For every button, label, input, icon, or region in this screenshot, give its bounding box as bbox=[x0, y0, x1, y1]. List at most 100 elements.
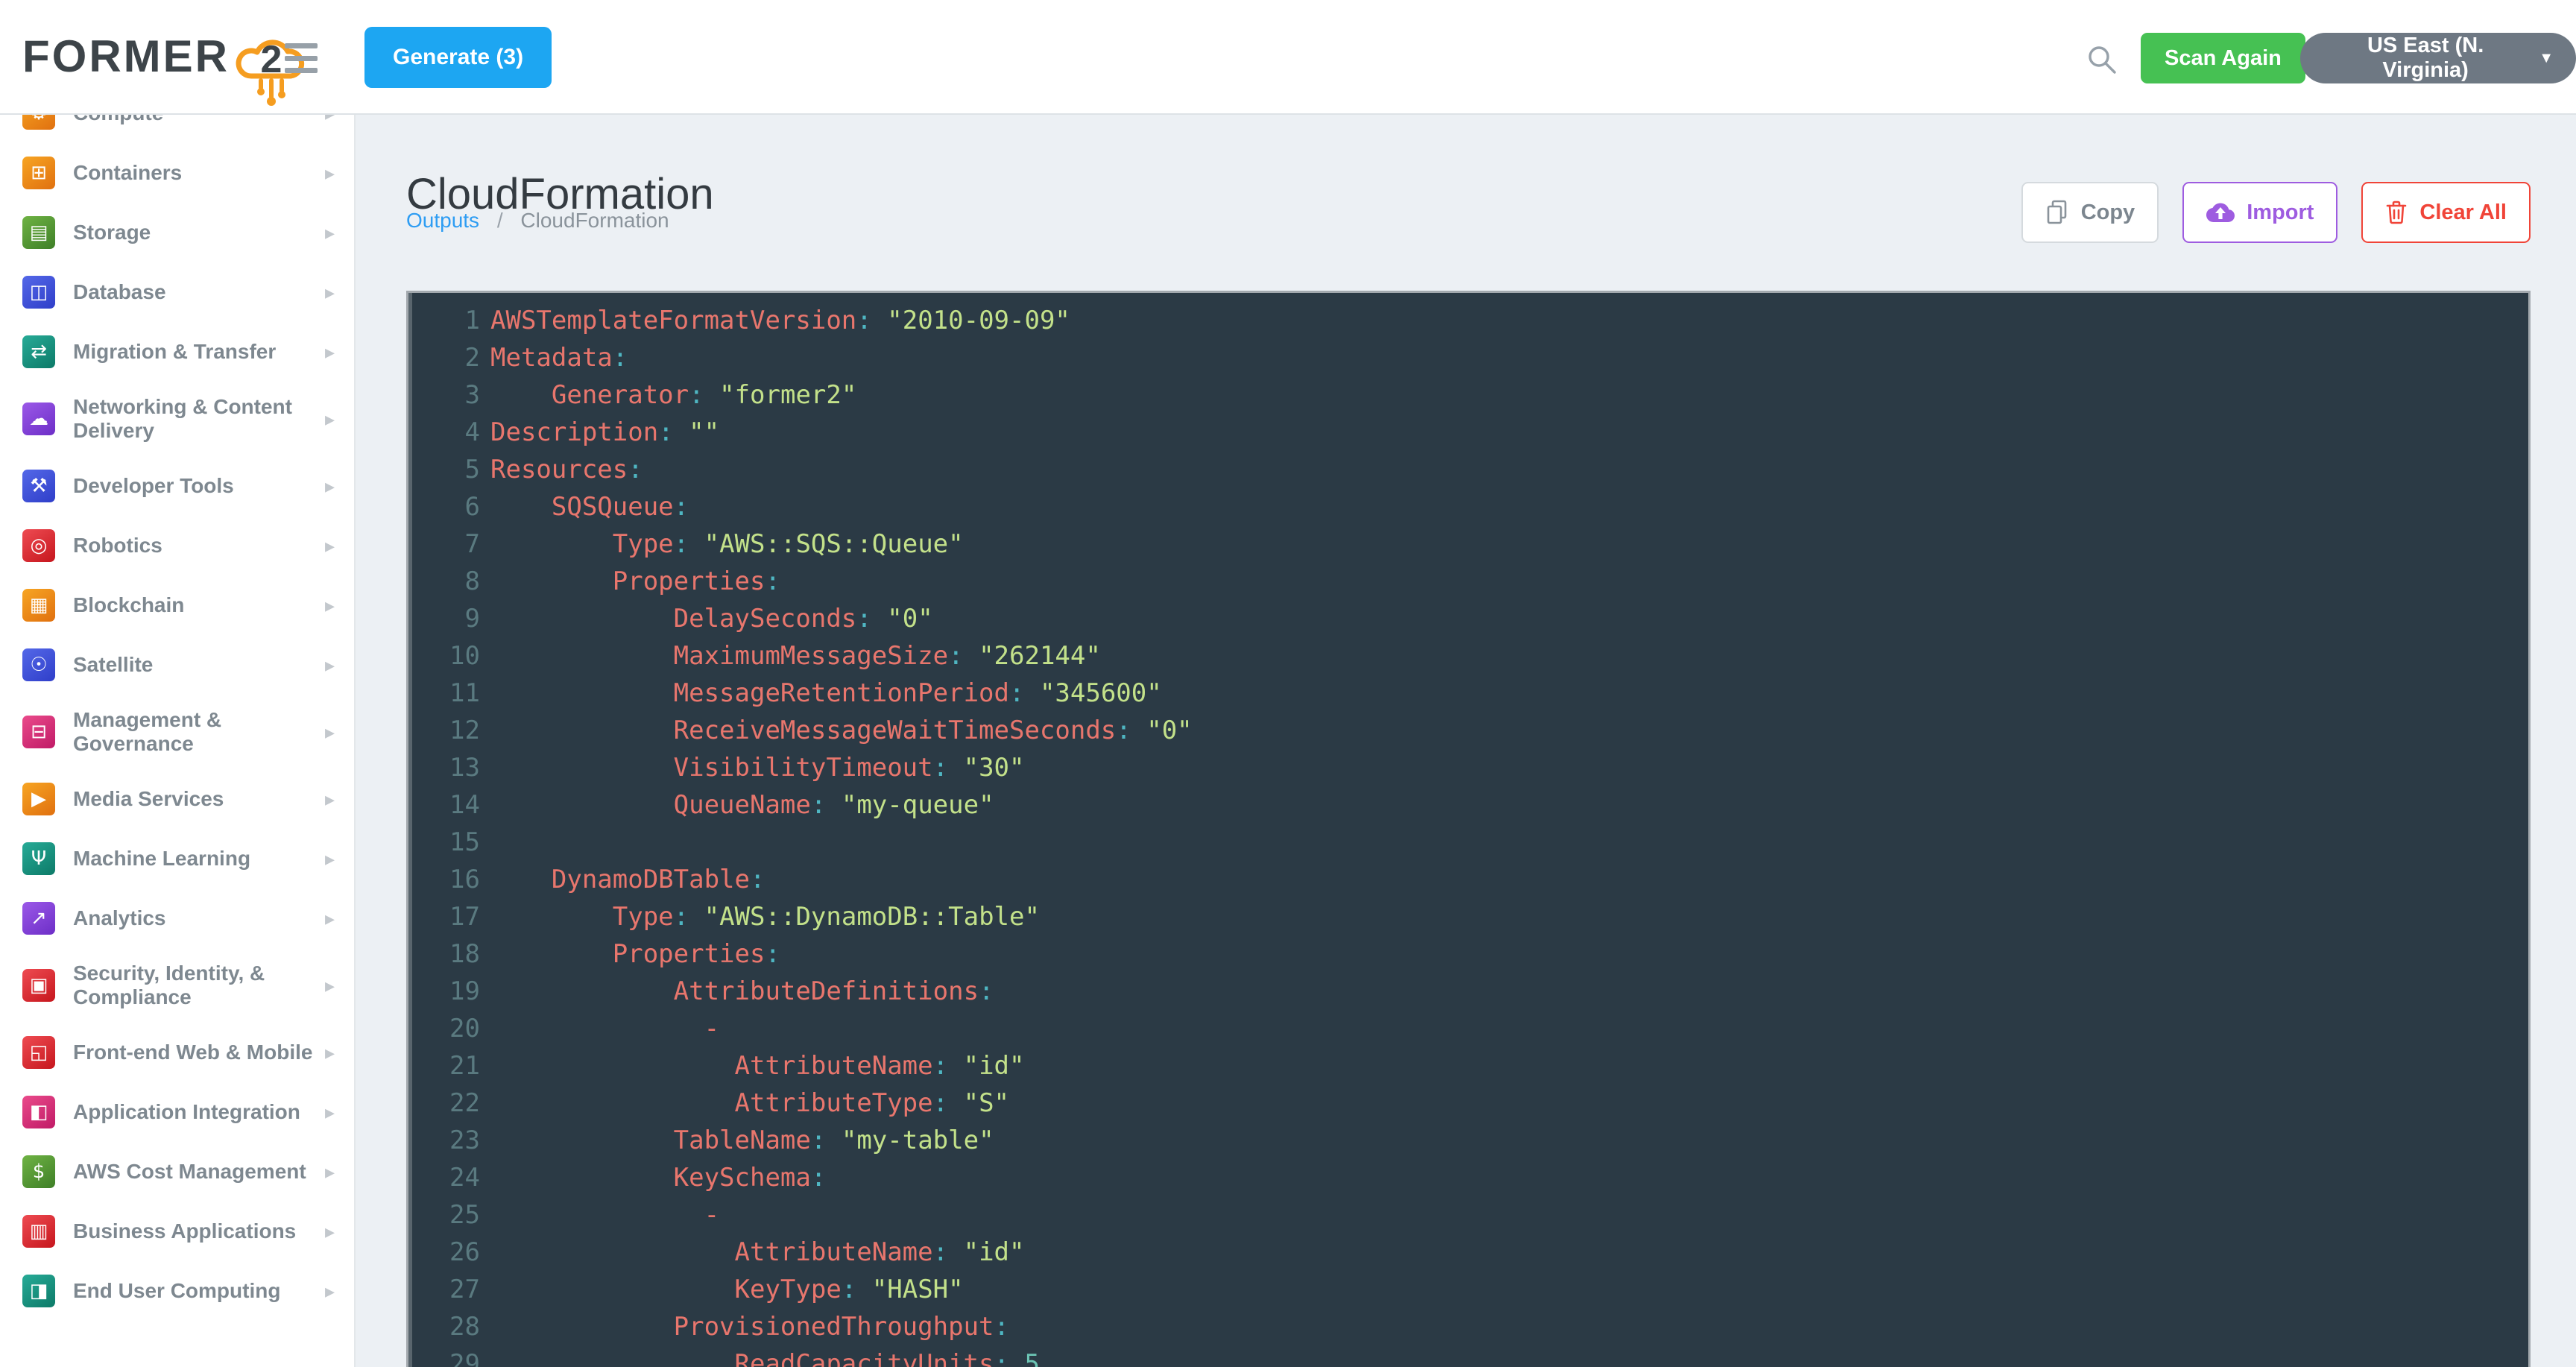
networking-icon: ☁ bbox=[22, 402, 55, 435]
line-number: 19 bbox=[408, 973, 480, 1010]
chevron-right-icon: ▸ bbox=[325, 221, 335, 244]
sidebar-item-label: Networking & Content Delivery bbox=[73, 395, 319, 443]
former2-app: ⚙Compute▸⊞Containers▸▤Storage▸ ◫ Database ▸… bbox=[0, 0, 2576, 1367]
code-editor[interactable]: 1AWSTemplateFormatVersion: "2010-09-09"2… bbox=[406, 291, 2531, 1367]
sidebar-item-developer-tools[interactable]: ⚒Developer Tools▸ bbox=[0, 456, 354, 516]
line-number: 25 bbox=[408, 1196, 480, 1234]
code-line: 20 - bbox=[408, 1010, 2528, 1047]
region-selector[interactable]: US East (N. Virginia) ▼ bbox=[2300, 33, 2576, 83]
copy-button[interactable]: Copy bbox=[2021, 182, 2159, 243]
line-number: 13 bbox=[408, 749, 480, 786]
chevron-right-icon: ▸ bbox=[325, 1220, 335, 1243]
main-content: CloudFormation Outputs / CloudFormation … bbox=[357, 113, 2576, 1367]
storage-icon: ▤ bbox=[22, 216, 55, 249]
copy-icon bbox=[2045, 200, 2069, 225]
line-number: 2 bbox=[408, 339, 480, 376]
scan-again-button[interactable]: Scan Again bbox=[2141, 33, 2305, 83]
sidebar-item-business-applications[interactable]: ▥Business Applications▸ bbox=[0, 1202, 354, 1261]
menu-toggle-icon[interactable] bbox=[285, 42, 318, 75]
sidebar-item-end-user-computing[interactable]: ◨End User Computing▸ bbox=[0, 1261, 354, 1321]
chevron-right-icon: ▸ bbox=[325, 162, 335, 185]
sidebar-item-containers[interactable]: ⊞Containers▸ bbox=[0, 143, 354, 203]
yaml-template: 1AWSTemplateFormatVersion: "2010-09-09"2… bbox=[408, 293, 2528, 1367]
sidebar-item-analytics[interactable]: ↗Analytics▸ bbox=[0, 888, 354, 948]
code-line: 14 QueueName: "my-queue" bbox=[408, 786, 2528, 824]
sidebar-item-satellite[interactable]: ☉Satellite▸ bbox=[0, 635, 354, 695]
line-number: 12 bbox=[408, 712, 480, 749]
breadcrumb: Outputs / CloudFormation bbox=[406, 209, 669, 233]
top-header: FORMER 2 Generate (3) Scan bbox=[0, 0, 2576, 115]
sidebar-item-aws-cost-management[interactable]: $AWS Cost Management▸ bbox=[0, 1142, 354, 1202]
search-icon[interactable] bbox=[2084, 42, 2120, 78]
sidebar-item-front-end-web-mobile[interactable]: ◱Front-end Web & Mobile▸ bbox=[0, 1023, 354, 1082]
sidebar-item-label: Developer Tools bbox=[73, 474, 319, 498]
line-number: 1 bbox=[408, 302, 480, 339]
satellite-icon: ☉ bbox=[22, 648, 55, 681]
services-sidebar: ⚙Compute▸⊞Containers▸▤Storage▸ ◫ Database ▸… bbox=[0, 113, 356, 1367]
line-number: 14 bbox=[408, 786, 480, 824]
code-line: 5Resources: bbox=[408, 451, 2528, 488]
generate-button[interactable]: Generate (3) bbox=[364, 27, 552, 88]
code-line: 26 AttributeName: "id" bbox=[408, 1234, 2528, 1271]
sidebar-item-networking-content-delivery[interactable]: ☁Networking & Content Delivery▸ bbox=[0, 382, 354, 456]
breadcrumb-current: CloudFormation bbox=[520, 209, 669, 232]
front-end-web-mobile-icon: ◱ bbox=[22, 1036, 55, 1069]
logo-text: FORMER bbox=[22, 30, 230, 83]
sidebar-item-compute[interactable]: ⚙Compute▸ bbox=[0, 113, 354, 143]
code-line: 22 AttributeType: "S" bbox=[408, 1085, 2528, 1122]
code-line: 25 - bbox=[408, 1196, 2528, 1234]
line-number: 29 bbox=[408, 1345, 480, 1367]
clear-all-button[interactable]: Clear All bbox=[2361, 182, 2531, 243]
sidebar-item-migration-transfer[interactable]: ⇄Migration & Transfer▸ bbox=[0, 322, 354, 382]
code-line: 28 ProvisionedThroughput: bbox=[408, 1308, 2528, 1345]
sidebar-item-label: Robotics bbox=[73, 534, 319, 558]
sidebar-item-label: Satellite bbox=[73, 653, 319, 677]
former2-logo[interactable]: FORMER 2 bbox=[22, 30, 316, 109]
line-number: 8 bbox=[408, 563, 480, 600]
code-line: 2Metadata: bbox=[408, 339, 2528, 376]
line-number: 6 bbox=[408, 488, 480, 525]
line-number: 7 bbox=[408, 525, 480, 563]
chevron-right-icon: ▸ bbox=[325, 847, 335, 871]
sidebar-item-database[interactable]: ◫Database▸ bbox=[0, 262, 354, 322]
line-number: 18 bbox=[408, 935, 480, 973]
sidebar-item-storage[interactable]: ▤Storage▸ bbox=[0, 203, 354, 262]
database-icon: ◫ bbox=[22, 276, 55, 309]
end-user-computing-icon: ◨ bbox=[22, 1275, 55, 1307]
code-line: 24 KeySchema: bbox=[408, 1159, 2528, 1196]
chevron-right-icon: ▸ bbox=[325, 1161, 335, 1184]
sidebar-item-machine-learning[interactable]: ΨMachine Learning▸ bbox=[0, 829, 354, 888]
code-line: 12 ReceiveMessageWaitTimeSeconds: "0" bbox=[408, 712, 2528, 749]
sidebar-item-blockchain[interactable]: ▦Blockchain▸ bbox=[0, 575, 354, 635]
code-line: 11 MessageRetentionPeriod: "345600" bbox=[408, 675, 2528, 712]
sidebar-item-security-identity-compliance[interactable]: ▣Security, Identity, & Compliance▸ bbox=[0, 948, 354, 1023]
import-button[interactable]: Import bbox=[2182, 182, 2337, 243]
chevron-right-icon: ▸ bbox=[325, 974, 335, 997]
chevron-right-icon: ▸ bbox=[325, 1280, 335, 1303]
line-number: 17 bbox=[408, 898, 480, 935]
sidebar-item-label: Migration & Transfer bbox=[73, 340, 319, 364]
code-line: 18 Properties: bbox=[408, 935, 2528, 973]
sidebar-item-robotics[interactable]: ◎Robotics▸ bbox=[0, 516, 354, 575]
code-line: 1AWSTemplateFormatVersion: "2010-09-09" bbox=[408, 302, 2528, 339]
sidebar-item-application-integration[interactable]: ◧Application Integration▸ bbox=[0, 1082, 354, 1142]
line-number: 23 bbox=[408, 1122, 480, 1159]
sidebar-item-label: Blockchain bbox=[73, 593, 319, 617]
chevron-right-icon: ▸ bbox=[325, 341, 335, 364]
code-line: 29 ReadCapacityUnits: 5 bbox=[408, 1345, 2528, 1367]
line-number: 9 bbox=[408, 600, 480, 637]
sidebar-item-label: Front-end Web & Mobile bbox=[73, 1041, 319, 1064]
code-line: 9 DelaySeconds: "0" bbox=[408, 600, 2528, 637]
code-line: 21 AttributeName: "id" bbox=[408, 1047, 2528, 1085]
code-line: 8 Properties: bbox=[408, 563, 2528, 600]
breadcrumb-outputs-link[interactable]: Outputs bbox=[406, 209, 479, 232]
chevron-right-icon: ▸ bbox=[325, 1101, 335, 1124]
containers-icon: ⊞ bbox=[22, 157, 55, 189]
aws-cost-management-icon: $ bbox=[22, 1155, 55, 1188]
robotics-icon: ◎ bbox=[22, 529, 55, 562]
sidebar-item-media-services[interactable]: ▶Media Services▸ bbox=[0, 769, 354, 829]
sidebar-item-label: Database bbox=[73, 280, 319, 304]
caret-down-icon: ▼ bbox=[2539, 51, 2554, 66]
sidebar-item-management-governance[interactable]: ⊟Management & Governance▸ bbox=[0, 695, 354, 769]
sidebar-item-label: Application Integration bbox=[73, 1100, 319, 1124]
